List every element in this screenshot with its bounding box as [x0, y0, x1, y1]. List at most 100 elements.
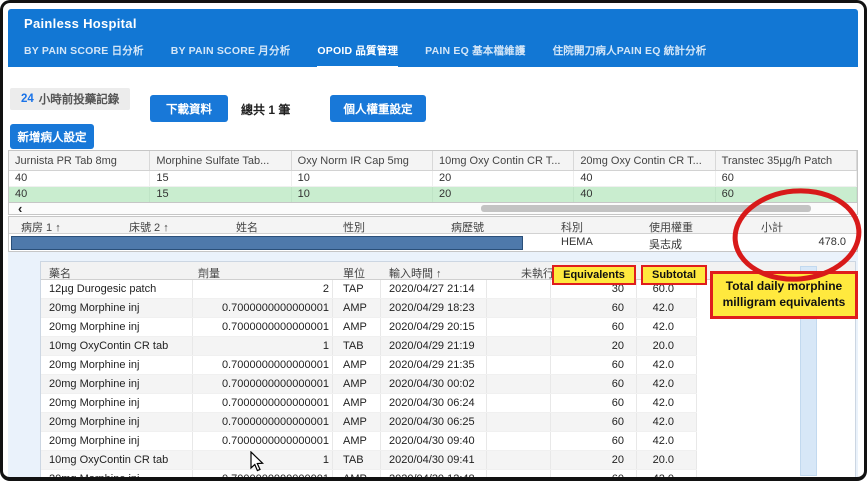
- cell-drug: 20mg Morphine inj: [41, 375, 193, 393]
- tab-bar: BY PAIN SCORE 日分析 BY PAIN SCORE 月分析 OPOI…: [24, 43, 707, 68]
- cell-reason: [487, 337, 551, 355]
- personal-weight-button[interactable]: 個人權重設定: [330, 95, 426, 122]
- page-title: Painless Hospital: [24, 16, 137, 31]
- scroll-left-icon[interactable]: ‹: [18, 201, 22, 216]
- column-header-ward[interactable]: 病房 1 ↑: [21, 219, 61, 235]
- cell: 60: [716, 187, 857, 202]
- tab-pain-eq-statistics[interactable]: 住院開刀病人PAIN EQ 統計分析: [553, 43, 707, 68]
- column-header-dose[interactable]: 劑量: [198, 265, 220, 281]
- cell: 20: [433, 171, 574, 186]
- cell-drug: 10mg OxyContin CR tab: [41, 337, 193, 355]
- cell-drug: 20mg Morphine inj: [41, 470, 193, 477]
- cell-dose: 0.7000000000000001: [193, 318, 333, 336]
- cell-subtotal: 42.0: [637, 356, 697, 374]
- column-header-drug[interactable]: 藥名: [49, 265, 71, 281]
- subtotal-header-highlight[interactable]: Subtotal: [641, 265, 707, 285]
- patient-table: 病房 1 ↑ 床號 2 ↑ 姓名 性別 病歷號 科別 使用權重 小計 HEMA …: [8, 216, 858, 252]
- horizontal-scrollbar[interactable]: ‹: [8, 202, 858, 215]
- cell-dose: 2: [193, 280, 333, 298]
- medication-row[interactable]: 20mg Morphine inj 0.7000000000000001 AMP…: [41, 413, 697, 432]
- column-header[interactable]: 20mg Oxy Contin CR T...: [574, 151, 715, 170]
- cell-reason: [487, 318, 551, 336]
- cell-drug: 12µg Durogesic patch: [41, 280, 193, 298]
- medication-row[interactable]: 20mg Morphine inj 0.7000000000000001 AMP…: [41, 356, 697, 375]
- cell-time: 2020/04/30 09:41: [381, 451, 487, 469]
- cell-drug: 20mg Morphine inj: [41, 394, 193, 412]
- medication-row[interactable]: 20mg Morphine inj 0.7000000000000001 AMP…: [41, 299, 697, 318]
- scrollbar-thumb[interactable]: [481, 205, 811, 212]
- cell: 40: [9, 187, 150, 202]
- cell-time: 2020/04/30 06:24: [381, 394, 487, 412]
- column-header-weight-user[interactable]: 使用權重: [649, 219, 693, 235]
- cell-subtotal: 42.0: [637, 470, 697, 477]
- column-header[interactable]: Jurnista PR Tab 8mg: [9, 151, 150, 170]
- tab-pain-score-daily[interactable]: BY PAIN SCORE 日分析: [24, 43, 144, 68]
- cell-subtotal: 42.0: [637, 432, 697, 450]
- table-row-selected[interactable]: 40 15 10 20 40 60: [9, 187, 857, 203]
- cell-unit: AMP: [333, 356, 381, 374]
- cell-equivalents: 60: [551, 413, 637, 431]
- column-header-department[interactable]: 科別: [561, 219, 583, 235]
- column-header-gender[interactable]: 性別: [343, 219, 365, 235]
- cell-time: 2020/04/29 21:19: [381, 337, 487, 355]
- column-header-bed[interactable]: 床號 2 ↑: [129, 219, 169, 235]
- cell-equivalents: 20: [551, 337, 637, 355]
- column-header[interactable]: 10mg Oxy Contin CR T...: [433, 151, 574, 170]
- patient-table-header: 病房 1 ↑ 床號 2 ↑ 姓名 性別 病歷號 科別 使用權重 小計: [9, 217, 857, 234]
- column-header-chart-no[interactable]: 病歷號: [451, 219, 484, 235]
- cell-dose: 0.7000000000000001: [193, 432, 333, 450]
- tab-pain-eq-maintenance[interactable]: PAIN EQ 基本檔維護: [425, 43, 525, 68]
- medication-row[interactable]: 10mg OxyContin CR tab 1 TAB 2020/04/29 2…: [41, 337, 697, 356]
- column-header-unit[interactable]: 單位: [343, 265, 365, 281]
- patient-subtotal: 478.0: [818, 236, 846, 248]
- cell-equivalents: 60: [551, 394, 637, 412]
- medication-row[interactable]: 20mg Morphine inj 0.7000000000000001 AMP…: [41, 318, 697, 337]
- medication-row[interactable]: 20mg Morphine inj 0.7000000000000001 AMP…: [41, 375, 697, 394]
- cell-time: 2020/04/30 09:40: [381, 432, 487, 450]
- patient-row[interactable]: HEMA 吳志成 478.0: [9, 234, 857, 251]
- column-header-subtotal[interactable]: 小計: [761, 219, 783, 235]
- equivalents-header-highlight[interactable]: Equivalents: [552, 265, 636, 285]
- cell-unit: AMP: [333, 432, 381, 450]
- cell: 40: [574, 171, 715, 186]
- cell-dose: 0.7000000000000001: [193, 375, 333, 393]
- cell-reason: [487, 432, 551, 450]
- download-data-button[interactable]: 下載資料: [150, 95, 228, 122]
- cell: 15: [150, 187, 291, 202]
- medication-row[interactable]: 20mg Morphine inj 0.7000000000000001 AMP…: [41, 394, 697, 413]
- cell-reason: [487, 413, 551, 431]
- tab-opoid-quality[interactable]: OPOID 品質管理: [317, 43, 398, 68]
- cell: 40: [9, 171, 150, 186]
- hours-value: 24: [21, 93, 34, 105]
- cell-subtotal: 42.0: [637, 394, 697, 412]
- hours-label: 小時前投藥記錄: [39, 91, 120, 107]
- hours-filter-chip[interactable]: 24 小時前投藥記錄: [10, 88, 130, 110]
- medication-row[interactable]: 10mg OxyContin CR tab 1 TAB 2020/04/30 0…: [41, 451, 697, 470]
- cell-dose: 0.7000000000000001: [193, 413, 333, 431]
- cell-drug: 20mg Morphine inj: [41, 432, 193, 450]
- cell-time: 2020/04/27 21:14: [381, 280, 487, 298]
- cell-equivalents: 60: [551, 432, 637, 450]
- cell: 15: [150, 171, 291, 186]
- cell-dose: 0.7000000000000001: [193, 356, 333, 374]
- medication-row[interactable]: 20mg Morphine inj 0.7000000000000001 AMP…: [41, 432, 697, 451]
- cell-unit: AMP: [333, 413, 381, 431]
- table-row[interactable]: 40 15 10 20 40 60: [9, 171, 857, 187]
- redaction-bar: [11, 236, 523, 250]
- cell-equivalents: 20: [551, 451, 637, 469]
- column-header[interactable]: Oxy Norm IR Cap 5mg: [292, 151, 433, 170]
- column-header-input-time[interactable]: 輸入時間 ↑: [389, 265, 442, 281]
- add-patient-button[interactable]: 新增病人設定: [10, 124, 94, 149]
- cell-equivalents: 60: [551, 356, 637, 374]
- patient-department: HEMA: [561, 236, 593, 248]
- medication-row[interactable]: 20mg Morphine inj 0.7000000000000001 AMP…: [41, 470, 697, 477]
- cell-unit: AMP: [333, 470, 381, 477]
- cell-subtotal: 42.0: [637, 318, 697, 336]
- cell-subtotal: 20.0: [637, 337, 697, 355]
- tab-pain-score-monthly[interactable]: BY PAIN SCORE 月分析: [171, 43, 291, 68]
- column-header[interactable]: Morphine Sulfate Tab...: [150, 151, 291, 170]
- column-header-name[interactable]: 姓名: [236, 219, 258, 235]
- cell-unit: TAP: [333, 280, 381, 298]
- column-header[interactable]: Transtec 35µg/h Patch: [716, 151, 857, 170]
- cell-drug: 10mg OxyContin CR tab: [41, 451, 193, 469]
